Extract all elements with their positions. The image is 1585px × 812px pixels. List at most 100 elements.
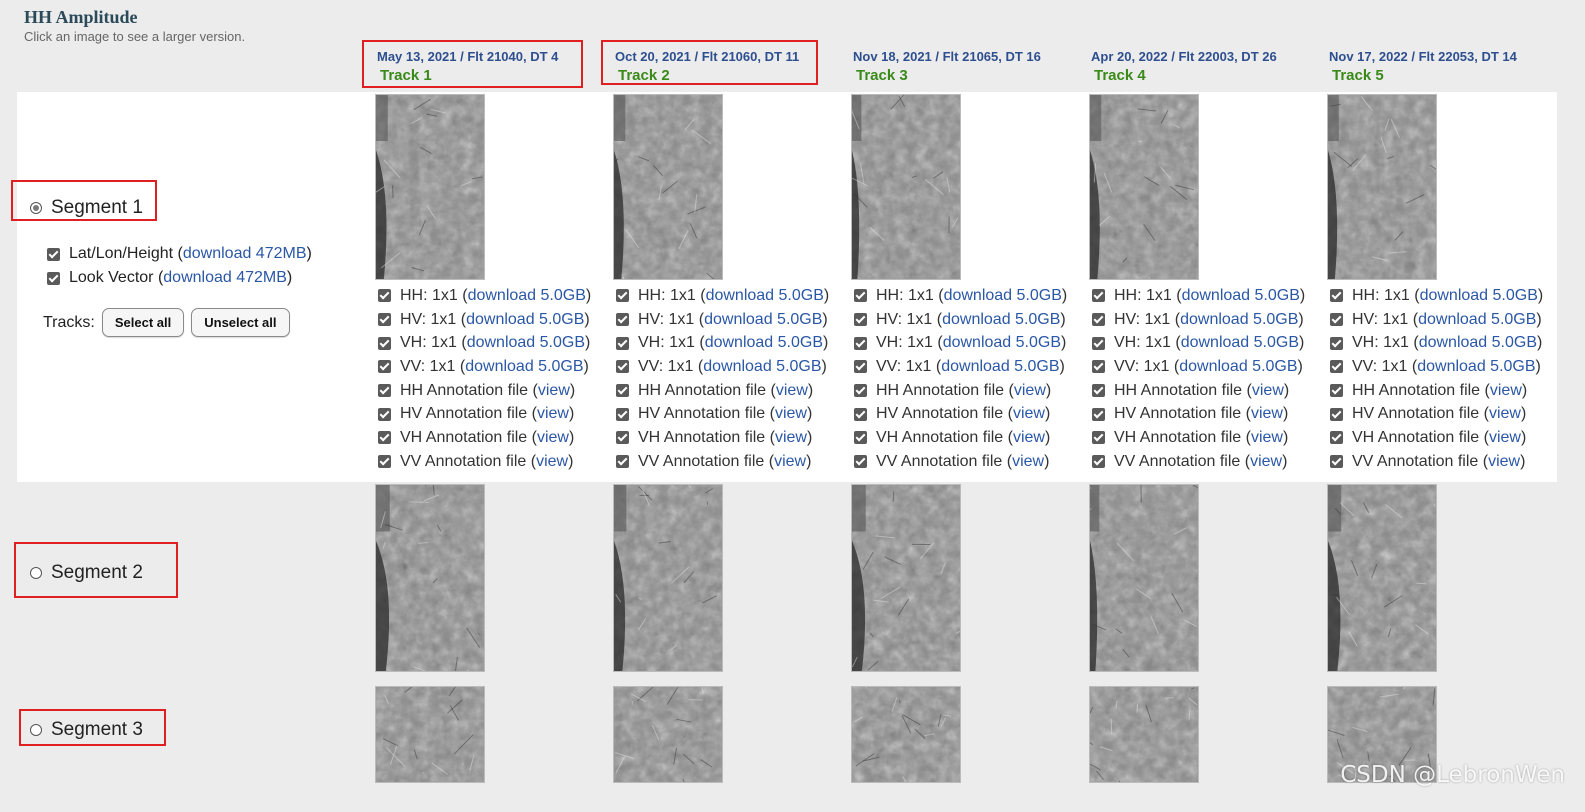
sar-thumbnail-segment-2-track-2[interactable] [613,484,723,672]
file-link[interactable]: download 5.0GB [467,334,585,352]
file-checkbox[interactable] [616,336,629,350]
file-checkbox[interactable] [1092,455,1105,469]
file-link[interactable]: view [1250,453,1282,471]
file-checkbox[interactable] [378,336,391,350]
sar-thumbnail-segment-3-track-3[interactable] [851,686,961,783]
file-link[interactable]: download 5.0GB [1179,358,1297,376]
file-link[interactable]: view [1489,429,1521,447]
sar-thumbnail-segment-2-track-3[interactable] [851,484,961,672]
file-link[interactable]: download 5.0GB [1181,334,1299,352]
file-checkbox[interactable] [378,360,391,374]
latlon-download-link[interactable]: download 472MB [183,245,307,263]
sar-thumbnail-segment-1-track-3[interactable] [851,94,961,280]
file-checkbox[interactable] [616,360,629,374]
file-checkbox[interactable] [616,455,629,469]
file-checkbox[interactable] [616,313,629,327]
file-link[interactable]: download 5.0GB [943,334,1061,352]
file-checkbox[interactable] [378,407,391,421]
file-checkbox[interactable] [1092,384,1105,398]
file-link[interactable]: view [775,405,807,423]
sar-thumbnail-segment-1-track-5[interactable] [1327,94,1437,280]
file-link[interactable]: view [1014,382,1046,400]
file-link[interactable]: download 5.0GB [705,334,823,352]
file-checkbox[interactable] [1330,289,1343,303]
file-link[interactable]: download 5.0GB [703,358,821,376]
file-checkbox[interactable] [378,313,391,327]
file-link[interactable]: view [774,453,806,471]
sar-thumbnail-segment-3-track-1[interactable] [375,686,485,783]
look-vector-checkbox[interactable] [47,271,60,285]
look-vector-download-link[interactable]: download 472MB [163,269,287,287]
file-link[interactable]: download 5.0GB [942,311,1060,329]
sar-thumbnail-segment-1-track-1[interactable] [375,94,485,280]
file-link[interactable]: download 5.0GB [944,287,1062,305]
file-checkbox[interactable] [616,384,629,398]
file-link[interactable]: view [536,453,568,471]
file-checkbox[interactable] [1330,455,1343,469]
file-checkbox[interactable] [1092,360,1105,374]
file-link[interactable]: view [776,382,808,400]
file-checkbox[interactable] [1092,289,1105,303]
file-checkbox[interactable] [378,289,391,303]
file-link[interactable]: view [1252,382,1284,400]
file-checkbox[interactable] [616,431,629,445]
file-checkbox[interactable] [616,289,629,303]
file-link[interactable]: download 5.0GB [1182,287,1300,305]
file-checkbox[interactable] [854,455,867,469]
file-link[interactable]: view [1489,405,1521,423]
file-checkbox[interactable] [1330,384,1343,398]
file-checkbox[interactable] [1330,360,1343,374]
file-checkbox[interactable] [1092,313,1105,327]
file-link[interactable]: download 5.0GB [1420,287,1538,305]
sar-thumbnail-segment-3-track-4[interactable] [1089,686,1199,783]
file-link[interactable]: view [1013,429,1045,447]
file-link[interactable]: download 5.0GB [1419,334,1537,352]
file-checkbox[interactable] [854,384,867,398]
file-link[interactable]: view [1490,382,1522,400]
file-link[interactable]: download 5.0GB [941,358,1059,376]
sar-thumbnail-segment-3-track-2[interactable] [613,686,723,783]
file-checkbox[interactable] [854,360,867,374]
file-checkbox[interactable] [854,431,867,445]
file-checkbox[interactable] [1092,431,1105,445]
file-link[interactable]: view [1488,453,1520,471]
file-link[interactable]: view [537,429,569,447]
file-link[interactable]: download 5.0GB [706,287,824,305]
file-checkbox[interactable] [1330,336,1343,350]
radio-button[interactable] [30,202,42,214]
file-link[interactable]: download 5.0GB [1417,358,1535,376]
segment-3-radio[interactable]: Segment 3 [30,719,143,741]
file-checkbox[interactable] [854,407,867,421]
file-checkbox[interactable] [1330,431,1343,445]
file-link[interactable]: view [1013,405,1045,423]
file-checkbox[interactable] [1330,313,1343,327]
file-checkbox[interactable] [378,384,391,398]
radio-button[interactable] [30,724,42,736]
file-link[interactable]: view [537,405,569,423]
file-checkbox[interactable] [378,431,391,445]
file-link[interactable]: download 5.0GB [468,287,586,305]
file-link[interactable]: download 5.0GB [1180,311,1298,329]
latlon-checkbox[interactable] [47,247,60,261]
file-link[interactable]: download 5.0GB [466,311,584,329]
file-link[interactable]: view [538,382,570,400]
file-link[interactable]: view [1012,453,1044,471]
segment-2-radio[interactable]: Segment 2 [30,562,143,584]
file-checkbox[interactable] [854,336,867,350]
sar-thumbnail-segment-2-track-5[interactable] [1327,484,1437,672]
file-link[interactable]: download 5.0GB [1418,311,1536,329]
select-all-button[interactable]: Select all [101,308,185,337]
file-link[interactable]: view [775,429,807,447]
file-link[interactable]: download 5.0GB [465,358,583,376]
unselect-all-button[interactable]: Unselect all [191,308,290,337]
sar-thumbnail-segment-2-track-4[interactable] [1089,484,1199,672]
file-checkbox[interactable] [854,313,867,327]
segment-1-radio[interactable]: Segment 1 [30,197,143,219]
radio-button[interactable] [30,567,42,579]
file-link[interactable]: view [1251,429,1283,447]
file-checkbox[interactable] [378,455,391,469]
file-checkbox[interactable] [1330,407,1343,421]
file-checkbox[interactable] [854,289,867,303]
sar-thumbnail-segment-1-track-4[interactable] [1089,94,1199,280]
sar-thumbnail-segment-1-track-2[interactable] [613,94,723,280]
